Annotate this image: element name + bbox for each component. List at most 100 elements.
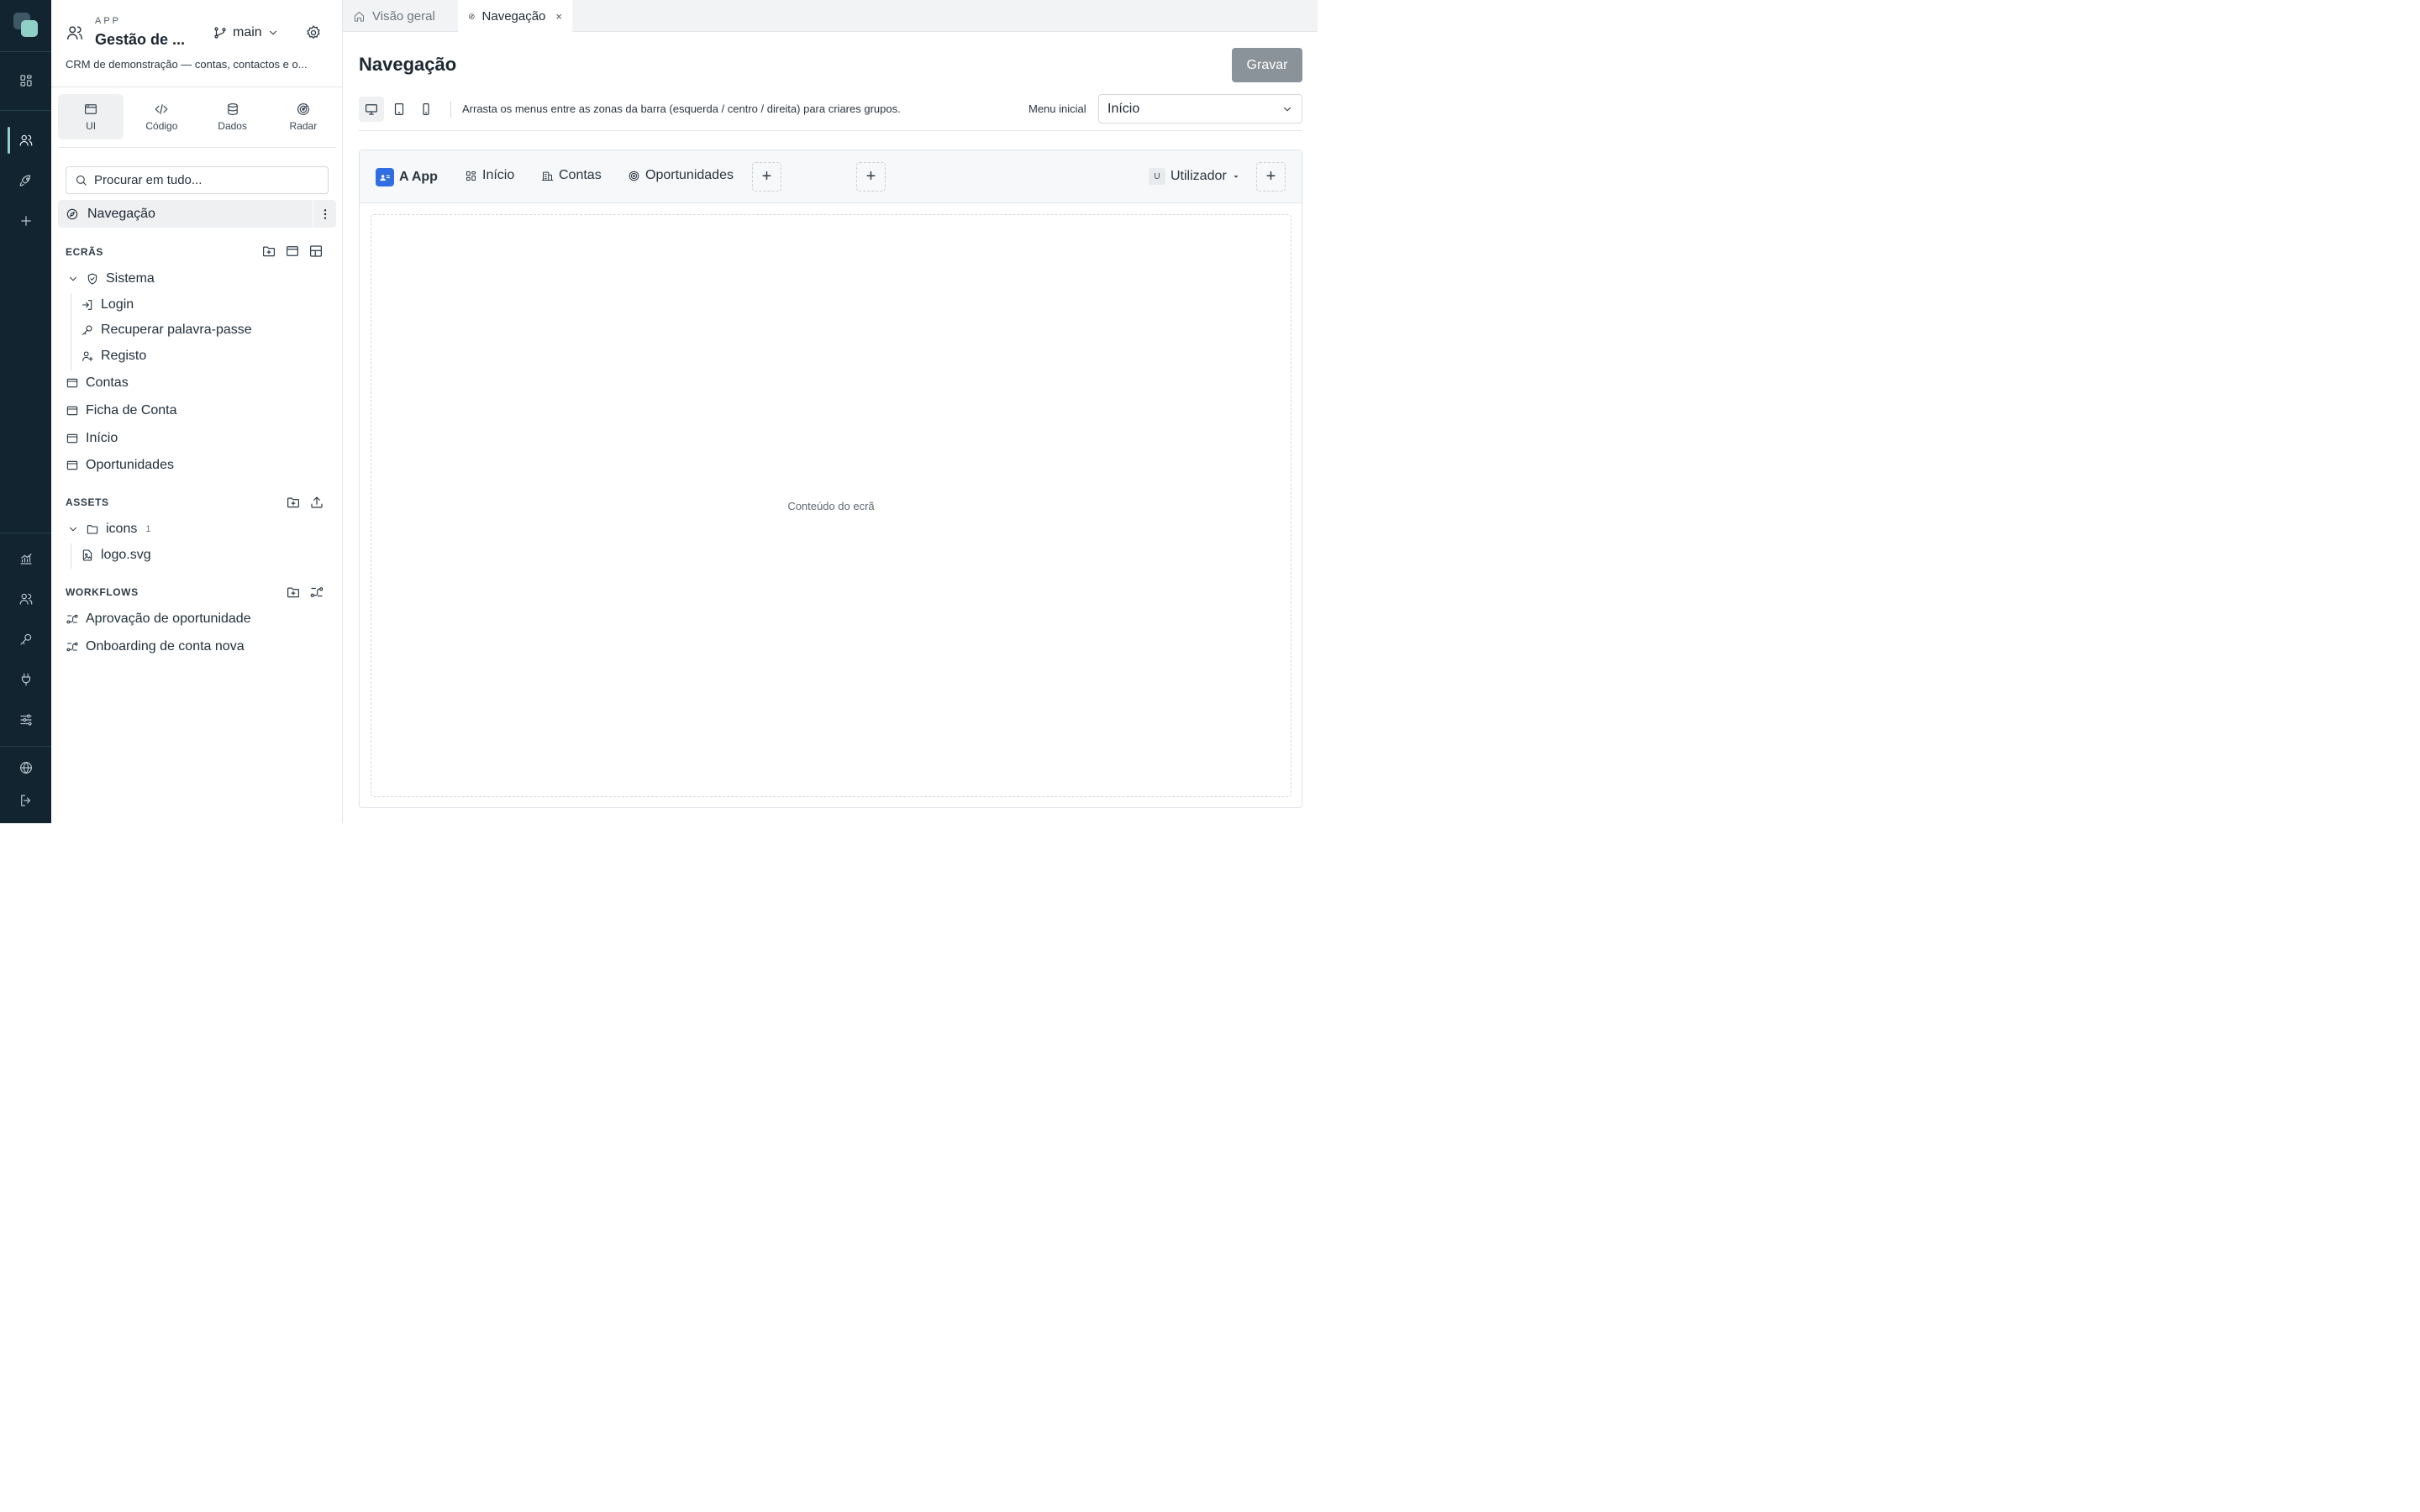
section-tab-code[interactable]: Código	[129, 94, 194, 139]
section-tabs: UI Código Dados Radar	[58, 94, 336, 141]
add-menu-center-button[interactable]: +	[856, 162, 886, 192]
chevron-down-icon	[269, 30, 276, 35]
rail-divider	[0, 746, 51, 747]
tree-item-inicio[interactable]: Início	[66, 431, 118, 446]
screen-icon	[66, 378, 78, 388]
menu-item-label: Início	[482, 168, 515, 182]
save-button[interactable]: Gravar	[1232, 48, 1302, 82]
tree-item-contas[interactable]: Contas	[66, 375, 129, 391]
tree-file-logo[interactable]: logo.svg	[81, 548, 151, 563]
tree-item-label: Registo	[101, 349, 147, 363]
globe-icon	[19, 762, 32, 774]
app-settings-button[interactable]	[305, 24, 322, 41]
folder-plus-icon[interactable]	[261, 244, 276, 259]
new-screen-icon[interactable]	[285, 244, 300, 259]
app-header: APP Gestão de ... main CRM de demonstraç…	[51, 0, 343, 87]
users-icon	[19, 593, 32, 605]
more-options-button[interactable]	[313, 200, 336, 228]
chevron-down-icon	[70, 527, 76, 532]
workflow-icon[interactable]	[309, 585, 324, 600]
close-tab-button[interactable]: ×	[555, 10, 562, 23]
menu-item-inicio[interactable]: Início	[465, 168, 514, 183]
tab-navegacao[interactable]: Navegação ×	[458, 0, 572, 33]
tree-workflow-onboarding[interactable]: Onboarding de conta nova	[66, 639, 245, 654]
layout-icon[interactable]	[308, 244, 324, 259]
navigation-item[interactable]: Navegação	[58, 200, 336, 228]
initial-menu-label: Menu inicial	[1028, 102, 1086, 115]
shield-icon	[87, 273, 97, 285]
gear-icon	[307, 25, 320, 39]
code-icon	[155, 104, 168, 114]
tree-item-ficha-de-conta[interactable]: Ficha de Conta	[66, 403, 177, 418]
phone-icon	[423, 103, 429, 115]
grid-icon	[19, 75, 32, 87]
tab-visao-geral[interactable]: Visão geral	[343, 0, 458, 32]
search-input[interactable]	[94, 173, 321, 187]
tree-item-label: Recuperar palavra-passe	[101, 323, 252, 337]
rail-divider	[0, 110, 51, 111]
tree-item-label: Ficha de Conta	[86, 403, 177, 417]
rail-analytics-button[interactable]	[0, 543, 51, 574]
tree-item-oportunidades[interactable]: Oportunidades	[66, 458, 174, 473]
section-tab-radar[interactable]: Radar	[271, 94, 336, 139]
tree-item-recover-password[interactable]: Recuperar palavra-passe	[81, 323, 252, 338]
tab-label: Navegação	[481, 9, 546, 24]
rail-language-button[interactable]	[0, 753, 51, 783]
rail-integrations-button[interactable]	[0, 664, 51, 695]
divider	[58, 147, 336, 148]
section-tab-ui[interactable]: UI	[58, 94, 124, 139]
section-tab-data[interactable]: Dados	[200, 94, 266, 139]
screens-section-title: ECRÃS	[66, 246, 104, 258]
rail-apps-button[interactable]	[0, 125, 51, 155]
tree-item-register[interactable]: Registo	[81, 349, 146, 364]
document-tabbar: Visão geral Navegação ×	[343, 0, 1318, 33]
menu-item-oportunidades[interactable]: Oportunidades	[628, 168, 734, 183]
rail-users-button[interactable]	[0, 584, 51, 614]
menu-item-label: Oportunidades	[645, 168, 734, 182]
section-tab-label: Radar	[289, 120, 318, 132]
assets-actions	[286, 495, 324, 510]
tree-group-sistema[interactable]: Sistema	[67, 271, 155, 286]
tablet-view-button[interactable]	[387, 97, 412, 122]
add-menu-right-button[interactable]: +	[1256, 162, 1286, 192]
initial-menu-select[interactable]: Início	[1098, 94, 1302, 123]
screen-content-placeholder: Conteúdo do ecrã	[787, 499, 875, 512]
tree-item-label: Oportunidades	[86, 458, 174, 472]
toolbar-divider	[450, 101, 451, 118]
tree-item-login[interactable]: Login	[81, 297, 134, 312]
branch-selector[interactable]: main	[213, 24, 279, 42]
rail-logout-button[interactable]	[0, 785, 51, 816]
radar-icon	[297, 103, 309, 115]
folder-plus-icon[interactable]	[286, 585, 301, 600]
app-name[interactable]: Gestão de ...	[95, 31, 185, 49]
editor-toolbar: Arrasta os menus entre as zonas da barra…	[359, 94, 1302, 131]
desktop-view-button[interactable]	[359, 97, 384, 122]
upload-icon[interactable]	[309, 495, 324, 510]
menu-brand[interactable]: A App	[376, 168, 438, 186]
rail-dashboard-button[interactable]	[0, 66, 51, 96]
add-menu-left-button[interactable]: +	[752, 162, 781, 192]
rail-settings-button[interactable]	[0, 705, 51, 735]
mobile-view-button[interactable]	[413, 97, 439, 122]
target-icon	[629, 171, 639, 181]
menu-user[interactable]: U Utilizador	[1149, 168, 1240, 185]
rail-add-button[interactable]	[0, 206, 51, 236]
folder-plus-icon[interactable]	[286, 495, 301, 510]
folder-icon	[87, 525, 98, 534]
app-users-icon	[66, 24, 84, 42]
tree-folder-icons[interactable]: icons 1	[67, 522, 150, 537]
branch-name: main	[233, 25, 262, 39]
rail-deploy-button[interactable]	[0, 165, 51, 196]
tree-workflow-aprovacao[interactable]: Aprovação de oportunidade	[66, 612, 251, 627]
key-icon	[82, 325, 92, 335]
tab-label: Visão geral	[372, 8, 435, 24]
search-box[interactable]	[66, 166, 329, 194]
rail-keys-button[interactable]	[0, 624, 51, 654]
menu-item-label: Contas	[559, 168, 602, 182]
section-tab-label: UI	[86, 120, 97, 132]
menu-item-contas[interactable]: Contas	[541, 168, 602, 183]
brand-contact-icon	[376, 168, 394, 186]
logout-icon	[20, 795, 30, 806]
product-logo[interactable]	[13, 13, 39, 38]
rocket-icon	[19, 175, 30, 186]
